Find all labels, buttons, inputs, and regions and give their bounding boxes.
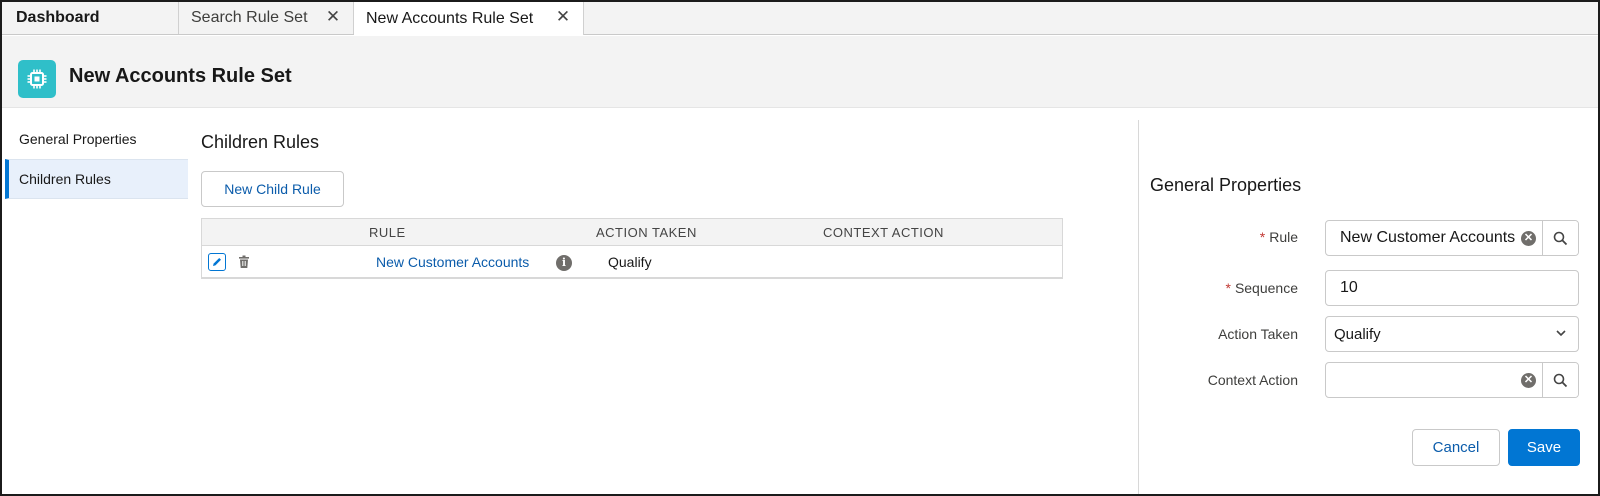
children-rules-table: RULE ACTION TAKEN CONTEXT ACTION New Cus…: [201, 218, 1063, 279]
column-header-rule[interactable]: RULE: [369, 225, 406, 240]
tab-label: Search Rule Set: [191, 9, 308, 26]
column-header-context-action[interactable]: CONTEXT ACTION: [823, 225, 944, 240]
table-header: RULE ACTION TAKEN CONTEXT ACTION: [202, 219, 1062, 246]
tab-label: New Accounts Rule Set: [366, 9, 534, 27]
clear-icon[interactable]: ✕: [1521, 231, 1536, 246]
action-taken-cell: Qualify: [608, 254, 652, 270]
cancel-button[interactable]: Cancel: [1412, 429, 1500, 466]
rule-label: * Rule: [1260, 229, 1298, 245]
section-nav: General Properties Children Rules: [5, 119, 188, 199]
sequence-field[interactable]: 10: [1325, 270, 1579, 306]
app-window: Dashboard Search Rule Set ✕ New Accounts…: [0, 0, 1600, 496]
nav-item-label: Children Rules: [19, 171, 111, 187]
sequence-value: 10: [1340, 279, 1358, 296]
action-taken-label: Action Taken: [1218, 326, 1298, 342]
nav-item-label: General Properties: [19, 131, 137, 147]
trash-icon[interactable]: [238, 255, 250, 269]
rule-link[interactable]: New Customer Accounts: [376, 254, 529, 270]
chevron-down-icon: [1554, 326, 1568, 340]
action-taken-value: Qualify: [1334, 325, 1381, 343]
required-marker: *: [1225, 280, 1231, 296]
page-header: New Accounts Rule Set: [2, 36, 1598, 108]
rule-value: New Customer Accounts: [1340, 229, 1516, 246]
sequence-label: * Sequence: [1225, 280, 1298, 296]
new-child-rule-button[interactable]: New Child Rule: [201, 171, 344, 207]
edit-icon[interactable]: [208, 253, 226, 271]
table-row: New Customer Accounts i Qualify: [202, 246, 1062, 278]
rule-chip-icon: [18, 60, 56, 98]
clear-icon[interactable]: ✕: [1521, 373, 1536, 388]
required-marker: *: [1259, 229, 1266, 245]
save-button[interactable]: Save: [1508, 429, 1580, 466]
action-taken-select[interactable]: Qualify: [1325, 316, 1579, 352]
rule-label-text: Rule: [1269, 229, 1298, 245]
properties-panel: General Properties * Rule New Customer Ac…: [1138, 120, 1598, 494]
sequence-label-text: Sequence: [1234, 280, 1298, 296]
context-action-label: Context Action: [1207, 372, 1298, 388]
close-icon[interactable]: ✕: [555, 8, 571, 25]
panel-title: General Properties: [1150, 175, 1302, 195]
tab-dashboard[interactable]: Dashboard: [2, 2, 179, 34]
tab-bar: Dashboard Search Rule Set ✕ New Accounts…: [2, 2, 1598, 35]
column-header-action-taken[interactable]: ACTION TAKEN: [596, 225, 697, 240]
nav-item-children-rules[interactable]: Children Rules: [5, 159, 188, 199]
page-title: New Accounts Rule Set: [69, 65, 292, 87]
search-icon[interactable]: [1542, 221, 1578, 255]
tab-search-rule-set[interactable]: Search Rule Set ✕: [179, 2, 354, 34]
context-action-lookup-field[interactable]: ✕: [1325, 362, 1579, 398]
close-icon[interactable]: ✕: [325, 8, 341, 25]
tab-new-accounts-rule-set[interactable]: New Accounts Rule Set ✕: [354, 2, 584, 35]
nav-item-general-properties[interactable]: General Properties: [5, 119, 188, 159]
info-icon[interactable]: i: [556, 255, 572, 271]
section-title: Children Rules: [201, 132, 320, 152]
search-icon[interactable]: [1542, 363, 1578, 397]
rule-lookup-field[interactable]: New Customer Accounts ✕: [1325, 220, 1579, 256]
